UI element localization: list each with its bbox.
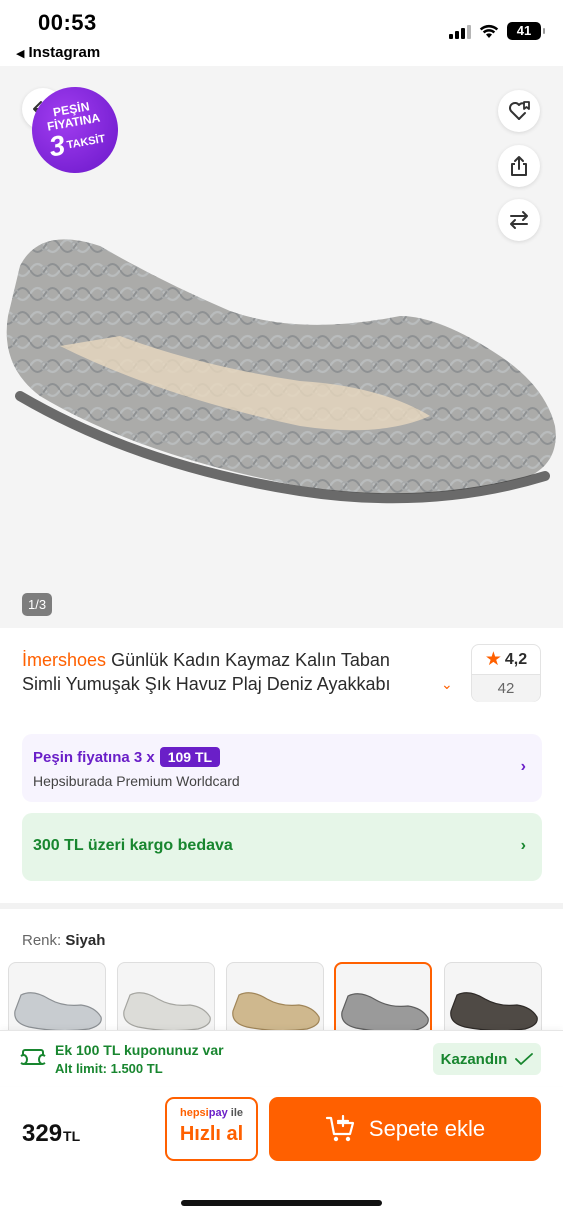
free-shipping-text: 300 TL üzeri kargo bedava <box>33 837 233 854</box>
review-count: 42 <box>472 674 540 702</box>
swatch-shoe-image <box>123 992 211 1032</box>
promo-badge-number: 3 <box>46 129 68 163</box>
color-swatches <box>8 962 563 1036</box>
rating-box[interactable]: ★ 4,2 42 <box>471 644 541 702</box>
status-time: 00:53 <box>38 10 97 35</box>
home-indicator[interactable] <box>181 1200 382 1206</box>
add-to-cart-button[interactable]: Sepete ekle <box>269 1097 541 1161</box>
add-to-cart-label: Sepete ekle <box>368 1116 486 1141</box>
swatch-shoe-image <box>232 992 320 1032</box>
wifi-icon <box>479 24 499 38</box>
section-divider <box>0 903 563 909</box>
coupon-bar[interactable]: Ek 100 TL kuponunuz var Alt limit: 1.500… <box>0 1030 563 1086</box>
coupon-subtitle: Alt limit: 1.500 TL <box>55 1061 163 1076</box>
image-page-indicator: 1/3 <box>22 593 53 616</box>
back-triangle-icon: ◀ <box>16 48 25 60</box>
product-title[interactable]: İmershoes Günlük Kadın Kaymaz Kalın Taba… <box>22 648 452 696</box>
fast-buy-button[interactable]: hepsipay ile Hızlı al <box>165 1097 258 1161</box>
swatch-shoe-image <box>341 993 429 1033</box>
title-line1: Günlük Kadın Kaymaz Kalın Taban <box>111 650 390 670</box>
title-line2: Simli Yumuşak Şık Havuz Plaj Deniz Ayakk… <box>22 674 391 694</box>
hepsipay-logo: hepsipay ile <box>180 1107 243 1119</box>
color-swatch-selected[interactable] <box>334 962 432 1036</box>
expand-title-chevron-icon[interactable]: ⌄ <box>441 676 453 693</box>
brand-link[interactable]: İmershoes <box>22 650 106 670</box>
swap-arrows-icon <box>510 211 528 229</box>
cellular-signal-icon <box>449 23 471 39</box>
price-value: 329 <box>22 1120 63 1147</box>
price: 329TL <box>22 1120 80 1148</box>
color-label-text: Renk: <box>22 932 62 949</box>
swatch-shoe-image <box>14 992 102 1032</box>
back-to-app-link[interactable]: ◀ Instagram <box>16 44 100 61</box>
back-app-label: Instagram <box>28 44 101 61</box>
share-button[interactable] <box>498 145 540 187</box>
swatch-shoe-image <box>450 992 538 1032</box>
chevron-right-icon: › <box>520 837 526 854</box>
coupon-won-badge: Kazandın <box>433 1043 541 1075</box>
share-icon <box>511 156 527 176</box>
selected-color: Siyah <box>65 932 106 949</box>
checkmark-icon <box>515 1053 534 1065</box>
battery-icon: 41 <box>507 22 545 40</box>
coupon-status: Kazandın <box>440 1050 508 1068</box>
coupon-title: Ek 100 TL kuponunuz var <box>55 1042 224 1058</box>
installment-card[interactable]: Peşin fiyatına 3 x 109 TL Hepsiburada Pre… <box>22 734 542 802</box>
compare-button[interactable] <box>498 199 540 241</box>
system-icons: 41 <box>449 22 545 40</box>
color-swatch[interactable] <box>117 962 215 1036</box>
installment-amount: 109 TL <box>159 747 221 767</box>
fast-buy-label: Hızlı al <box>179 1123 244 1145</box>
installment-prefix: Peşin fiyatına 3 x <box>33 748 155 766</box>
installment-card-name: Hepsiburada Premium Worldcard <box>33 773 240 789</box>
color-swatch[interactable] <box>444 962 542 1036</box>
color-label: Renk: Siyah <box>22 932 105 949</box>
purchase-bar: 329TL hepsipay ile Hızlı al Sepete ekle <box>0 1087 563 1218</box>
free-shipping-card[interactable]: 300 TL üzeri kargo bedava › <box>22 813 542 881</box>
status-bar: 00:53 ◀ Instagram 41 <box>0 0 563 66</box>
cart-plus-icon <box>325 1115 354 1142</box>
heart-bookmark-icon <box>509 101 530 120</box>
promo-badge-word: TAKSİT <box>65 133 107 152</box>
chevron-right-icon: › <box>520 758 526 775</box>
color-swatch[interactable] <box>8 962 106 1036</box>
coupon-ticket-icon <box>19 1049 47 1065</box>
favorite-button[interactable] <box>498 90 540 132</box>
rating-value: 4,2 <box>504 650 528 668</box>
color-swatch[interactable] <box>226 962 324 1036</box>
price-currency: TL <box>63 1128 81 1144</box>
star-icon: ★ <box>484 649 502 670</box>
